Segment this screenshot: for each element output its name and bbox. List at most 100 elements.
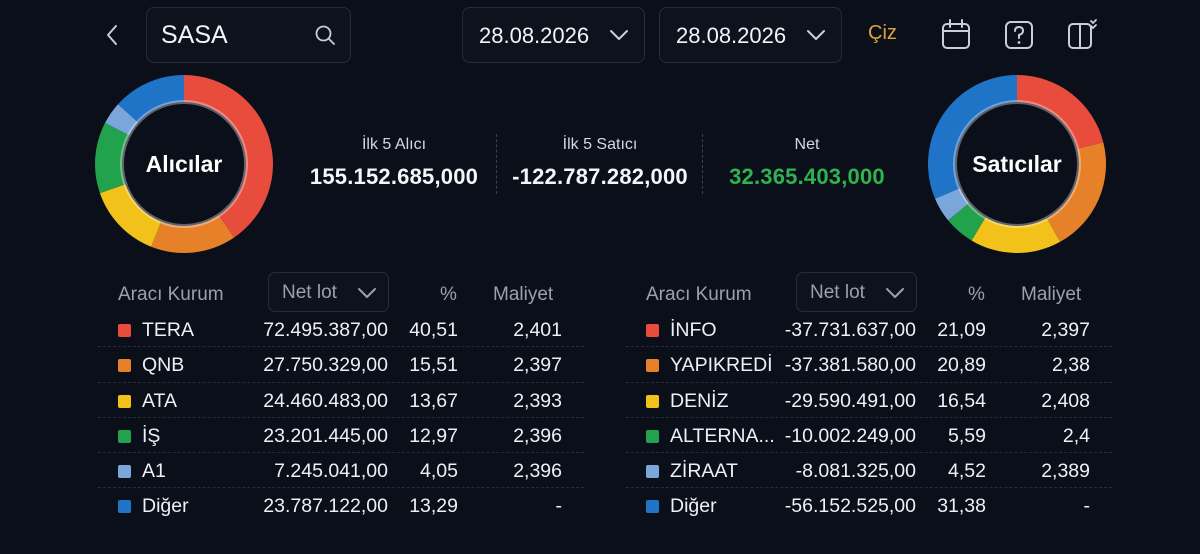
table-row[interactable]: QNB 27.750.329,00 15,51 2,397 (98, 347, 584, 383)
top5-buyers-summary: İlk 5 Alıcı 155.152.685,000 (300, 130, 488, 200)
broker-name: İNFO (670, 319, 717, 341)
legend-swatch (646, 324, 659, 337)
calendar-button[interactable] (940, 18, 972, 52)
cost-value: 2,38 (1052, 354, 1090, 377)
buyers-table: Aracı Kurum Net lot % Maliyet TERA 72.495… (98, 272, 584, 524)
net-label: Net (794, 136, 820, 153)
percent-value: 13,29 (409, 495, 458, 518)
table-row[interactable]: A1 7.245.041,00 4,05 2,396 (98, 453, 584, 489)
cost-value: 2,408 (1041, 389, 1090, 412)
broker-name: ALTERNA... (670, 424, 775, 447)
chevron-down-icon (807, 30, 825, 40)
draw-button[interactable]: Çiz (868, 22, 897, 45)
broker-column-header: Aracı Kurum (646, 284, 752, 305)
table-row[interactable]: ALTERNA... -10.002.249,00 5,59 2,4 (626, 418, 1112, 454)
layout-toggle-icon (1068, 19, 1097, 49)
cost-value: 2,4 (1062, 424, 1090, 447)
percent-value: 21,09 (937, 319, 986, 341)
start-date-select[interactable]: 28.08.2026 (462, 7, 645, 63)
net-lot-select[interactable]: Net lot (268, 272, 389, 312)
table-row[interactable]: Diğer 23.787.122,00 13,29 - (98, 488, 584, 523)
broker-name: İŞ (142, 424, 161, 447)
cost-value: 2,393 (513, 389, 562, 412)
percent-value: 5,59 (948, 424, 986, 447)
buyers-donut-label: Alıcılar (145, 150, 223, 177)
broker-name: A1 (142, 460, 166, 483)
end-date-value: 28.08.2026 (676, 23, 787, 48)
table-row[interactable]: ATA 24.460.483,00 13,67 2,393 (98, 383, 584, 418)
table-row[interactable]: ZİRAAT -8.081.325,00 4,52 2,389 (626, 453, 1112, 489)
broker-name: TERA (142, 319, 195, 341)
cost-value: 2,396 (513, 460, 562, 483)
buyers-donut-chart: Alıcılar (94, 74, 274, 254)
net-value: 32.365.403,000 (729, 164, 885, 189)
legend-swatch (118, 429, 131, 443)
summary-divider (496, 134, 497, 194)
top5-sellers-label: İlk 5 Satıcı (562, 136, 638, 153)
chevron-down-icon (610, 30, 628, 40)
percent-value: 20,89 (937, 354, 986, 377)
legend-swatch (646, 394, 659, 408)
cost-value: 2,401 (513, 319, 562, 341)
table-row[interactable]: İŞ 23.201.445,00 12,97 2,396 (98, 418, 584, 454)
chevron-down-icon (358, 288, 376, 298)
legend-swatch (646, 429, 659, 443)
back-button[interactable] (96, 18, 128, 52)
cost-value: - (555, 495, 563, 518)
buyers-table-header: Aracı Kurum Net lot % Maliyet (98, 272, 584, 312)
net-lot-select[interactable]: Net lot (796, 272, 917, 312)
legend-swatch (118, 500, 131, 514)
broker-name: ZİRAAT (670, 460, 738, 483)
summary-divider (702, 134, 703, 194)
percent-value: 4,05 (420, 460, 458, 483)
sellers-table-header: Aracı Kurum Net lot % Maliyet (626, 272, 1112, 312)
table-row[interactable]: Diğer -56.152.525,00 31,38 - (626, 488, 1112, 523)
cost-column-header: Maliyet (493, 284, 554, 305)
net-lot-value: -37.381.580,00 (784, 354, 916, 377)
percent-value: 4,52 (948, 460, 986, 483)
search-input[interactable] (161, 8, 311, 62)
legend-swatch (118, 359, 131, 373)
top5-sellers-value: -122.787.282,000 (512, 164, 688, 189)
calendar-icon (942, 19, 970, 49)
legend-swatch (646, 465, 659, 479)
chevron-down-icon (886, 288, 904, 298)
table-row[interactable]: TERA 72.495.387,00 40,51 2,401 (98, 312, 584, 348)
net-lot-value: 72.495.387,00 (263, 319, 388, 341)
sellers-donut-chart: Satıcılar (927, 74, 1107, 254)
broker-name: YAPIKREDİ (670, 354, 773, 377)
help-icon (1005, 21, 1033, 49)
chevron-left-icon (107, 25, 117, 45)
top5-sellers-summary: İlk 5 Satıcı -122.787.282,000 (505, 130, 695, 200)
toolbar: 28.08.2026 28.08.2026 Çiz (0, 0, 1200, 70)
percent-column-header: % (968, 284, 985, 305)
table-row[interactable]: DENİZ -29.590.491,00 16,54 2,408 (626, 383, 1112, 418)
legend-swatch (118, 465, 131, 479)
broker-name: DENİZ (670, 389, 729, 412)
end-date-select[interactable]: 28.08.2026 (659, 7, 842, 63)
broker-column-header: Aracı Kurum (118, 284, 224, 305)
layout-toggle-button[interactable] (1066, 18, 1098, 52)
percent-column-header: % (440, 284, 457, 305)
top5-buyers-value: 155.152.685,000 (309, 164, 479, 189)
net-lot-value: -29.590.491,00 (784, 389, 916, 412)
net-lot-select-label: Net lot (282, 282, 337, 303)
table-row[interactable]: İNFO -37.731.637,00 21,09 2,397 (626, 312, 1112, 348)
help-button[interactable] (1003, 18, 1035, 52)
percent-value: 40,51 (409, 319, 458, 341)
legend-swatch (118, 324, 131, 337)
sellers-table: Aracı Kurum Net lot % Maliyet İNFO -37.73… (626, 272, 1112, 524)
net-lot-value: -37.731.637,00 (784, 319, 916, 341)
broker-name: Diğer (670, 495, 717, 518)
top5-buyers-label: İlk 5 Alıcı (361, 136, 427, 153)
percent-value: 16,54 (937, 389, 986, 412)
buyers-table-body: TERA 72.495.387,00 40,51 2,401 QNB 27.750.329… (98, 312, 584, 524)
legend-swatch (646, 500, 659, 514)
broker-name: ATA (142, 389, 178, 412)
cost-value: 2,397 (513, 354, 562, 377)
net-lot-value: 27.750.329,00 (263, 354, 388, 377)
search-icon[interactable] (314, 24, 336, 46)
table-row[interactable]: YAPIKREDİ -37.381.580,00 20,89 2,38 (626, 347, 1112, 383)
net-lot-value: 7.245.041,00 (274, 460, 388, 483)
cost-value: - (1083, 495, 1091, 518)
